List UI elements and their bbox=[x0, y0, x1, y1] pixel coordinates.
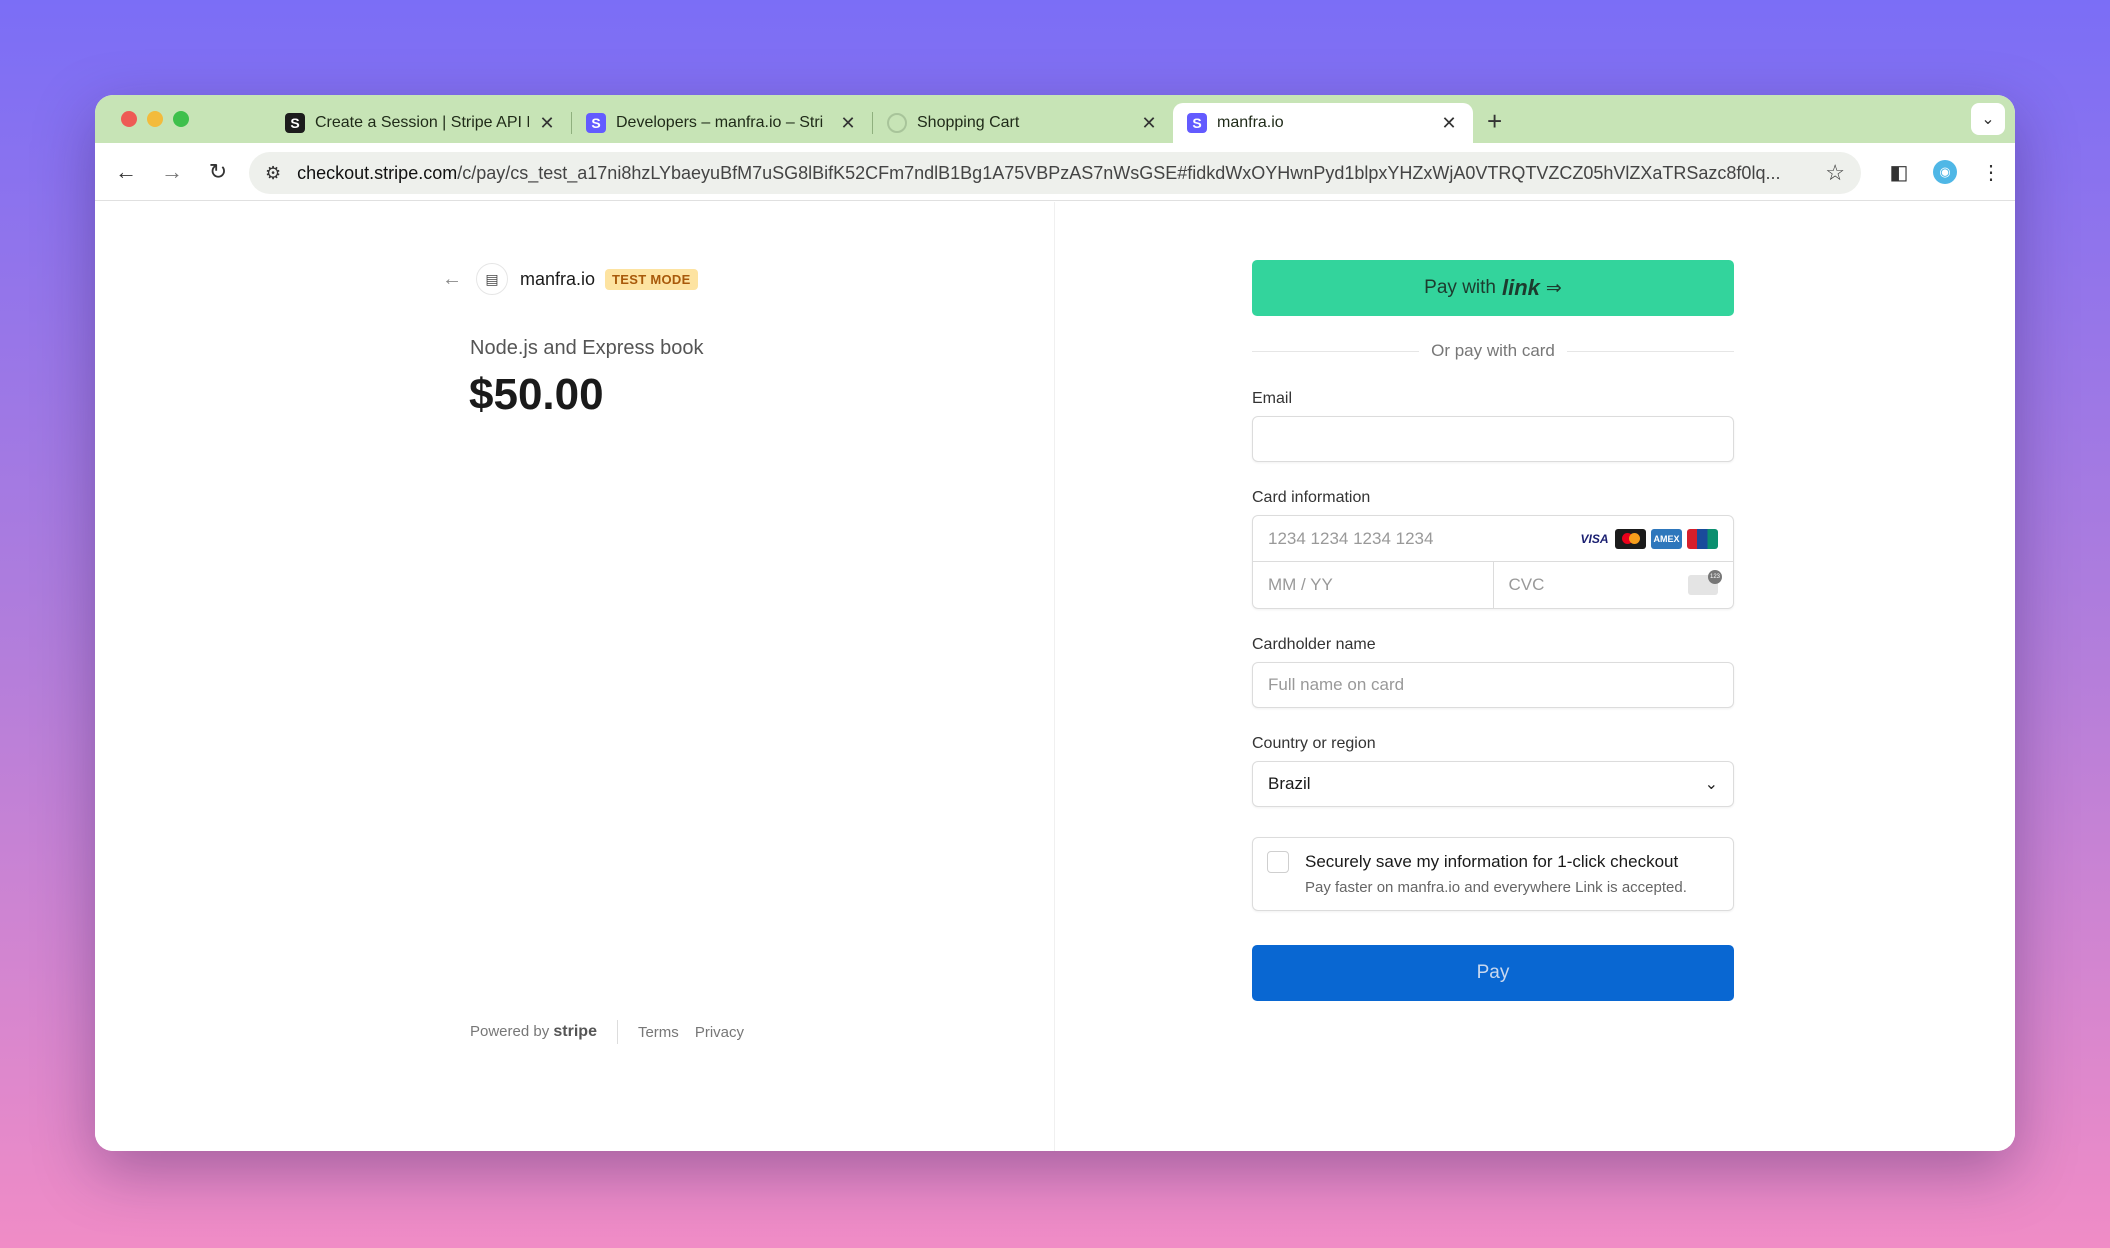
mastercard-icon bbox=[1615, 528, 1646, 549]
privacy-link[interactable]: Privacy bbox=[695, 1024, 744, 1041]
toolbar-actions: ◧ ◉ ⋮ bbox=[1887, 143, 2003, 201]
browser-window: S Create a Session | Stripe API R ✕ S De… bbox=[95, 95, 2015, 1151]
close-window-button[interactable] bbox=[121, 111, 137, 127]
test-mode-badge: TEST MODE bbox=[605, 268, 698, 290]
payment-pane: Pay with link ⇒ Or pay with card Email C… bbox=[1055, 202, 2015, 1151]
cardholder-name-label: Cardholder name bbox=[1252, 636, 1376, 653]
save-info-checkbox[interactable] bbox=[1267, 851, 1289, 873]
tab-title: Developers – manfra.io – Stri bbox=[616, 114, 824, 131]
arrow-right-icon: ⇒ bbox=[1545, 277, 1562, 299]
card-expiry-cvc-row: MM / YY CVC bbox=[1253, 562, 1733, 608]
tab-search-chevron-icon[interactable]: ⌄ bbox=[1971, 103, 2005, 135]
tab-title: Create a Session | Stripe API R bbox=[315, 114, 529, 131]
price-total: $50.00 bbox=[469, 370, 604, 419]
card-brands: VISA AMEX bbox=[1579, 528, 1718, 549]
email-label: Email bbox=[1252, 390, 1293, 407]
reload-icon[interactable]: ↻ bbox=[195, 159, 241, 185]
terms-link[interactable]: Terms bbox=[638, 1024, 679, 1041]
card-information-label: Card information bbox=[1252, 489, 1371, 506]
address-bar[interactable]: ⚙ checkout.stripe.com/c/pay/cs_test_a17n… bbox=[249, 152, 1861, 194]
back-arrow-icon[interactable]: ← bbox=[442, 268, 462, 291]
pay-with-link-button[interactable]: Pay with link ⇒ bbox=[1252, 260, 1734, 316]
store-icon: ▤ bbox=[476, 263, 508, 295]
tab-developers[interactable]: S Developers – manfra.io – Stri ✕ bbox=[572, 103, 872, 143]
tab-shopping-cart[interactable]: Shopping Cart ✕ bbox=[873, 103, 1173, 143]
loading-spinner-icon bbox=[887, 113, 907, 133]
bookmark-star-icon[interactable]: ☆ bbox=[1825, 160, 1845, 186]
stripe-favicon-icon: S bbox=[1187, 113, 1207, 133]
tab-title: manfra.io bbox=[1217, 114, 1284, 131]
cvc-input[interactable]: CVC bbox=[1494, 562, 1734, 608]
url-text[interactable]: checkout.stripe.com/c/pay/cs_test_a17ni8… bbox=[297, 163, 1815, 184]
extension-icon[interactable]: ◉ bbox=[1933, 160, 1957, 184]
email-field[interactable] bbox=[1252, 416, 1734, 462]
more-menu-icon[interactable]: ⋮ bbox=[1979, 160, 2003, 185]
payment-form: Pay with link ⇒ Or pay with card Email C… bbox=[1252, 260, 1735, 1001]
card-number-input[interactable]: 1234 1234 1234 1234 VISA AMEX bbox=[1253, 516, 1733, 562]
unionpay-icon bbox=[1687, 528, 1718, 549]
or-divider: Or pay with card bbox=[1252, 340, 1735, 362]
save-info-box: Securely save my information for 1-click… bbox=[1252, 837, 1734, 911]
url-host: checkout.stripe.com bbox=[297, 162, 458, 183]
close-tab-icon[interactable]: ✕ bbox=[537, 113, 557, 134]
divider-line bbox=[1566, 350, 1735, 352]
card-information-group: 1234 1234 1234 1234 VISA AMEX MM / YY CV… bbox=[1252, 515, 1734, 609]
tab-title: Shopping Cart bbox=[917, 114, 1020, 131]
maximize-window-button[interactable] bbox=[173, 111, 189, 127]
cvc-card-icon bbox=[1688, 570, 1722, 595]
cvc-placeholder: CVC bbox=[1508, 575, 1545, 594]
expiry-input[interactable]: MM / YY bbox=[1253, 562, 1494, 608]
powered-by-stripe[interactable]: Powered by stripe bbox=[470, 1023, 597, 1041]
save-info-title: Securely save my information for 1-click… bbox=[1305, 852, 1679, 871]
url-path: /c/pay/cs_test_a17ni8hzLYbaeyuBfM7uSG8lB… bbox=[457, 162, 1781, 183]
footer-divider bbox=[616, 1020, 618, 1044]
cardholder-name-input[interactable]: Full name on card bbox=[1252, 662, 1734, 708]
order-summary-pane: ← ▤ manfra.io TEST MODE Node.js and Expr… bbox=[95, 202, 1054, 1151]
forward-icon[interactable]: → bbox=[149, 159, 195, 185]
product-name: Node.js and Express book bbox=[470, 337, 704, 359]
chevron-down-icon: ⌄ bbox=[1704, 776, 1718, 793]
link-button-prefix: Pay with bbox=[1424, 277, 1496, 298]
powered-by-label: Powered by bbox=[470, 1023, 550, 1040]
merchant-header: ← ▤ manfra.io TEST MODE bbox=[442, 263, 698, 295]
country-value: Brazil bbox=[1268, 774, 1311, 793]
close-tab-icon[interactable]: ✕ bbox=[1139, 113, 1159, 134]
tab-manfra-active[interactable]: S manfra.io ✕ bbox=[1173, 103, 1473, 143]
country-select[interactable]: Brazil ⌄ bbox=[1252, 761, 1734, 807]
stripe-favicon-icon: S bbox=[285, 113, 305, 133]
merchant-name[interactable]: manfra.io bbox=[520, 269, 595, 290]
site-settings-icon[interactable]: ⚙ bbox=[265, 163, 281, 184]
close-tab-icon[interactable]: ✕ bbox=[1439, 113, 1459, 134]
new-tab-button[interactable]: + bbox=[1487, 106, 1502, 137]
divider-line bbox=[1252, 350, 1420, 352]
window-controls bbox=[121, 111, 271, 127]
stripe-logo: stripe bbox=[553, 1023, 597, 1040]
minimize-window-button[interactable] bbox=[147, 111, 163, 127]
back-icon[interactable]: ← bbox=[103, 159, 149, 185]
stripe-favicon-icon: S bbox=[586, 113, 606, 133]
or-pay-with-card-text: Or pay with card bbox=[1431, 341, 1555, 360]
tab-stripe-api[interactable]: S Create a Session | Stripe API R ✕ bbox=[271, 103, 571, 143]
browser-toolbar: ← → ↻ ⚙ checkout.stripe.com/c/pay/cs_tes… bbox=[95, 143, 2015, 201]
save-info-description: Pay faster on manfra.io and everywhere L… bbox=[1305, 879, 1687, 896]
checkout-footer: Powered by stripe Terms Privacy bbox=[470, 1020, 760, 1044]
checkout-page: ← ▤ manfra.io TEST MODE Node.js and Expr… bbox=[95, 202, 2015, 1151]
country-label: Country or region bbox=[1252, 735, 1376, 752]
pay-button[interactable]: Pay bbox=[1252, 945, 1734, 1001]
amex-icon: AMEX bbox=[1651, 528, 1682, 549]
close-tab-icon[interactable]: ✕ bbox=[838, 113, 858, 134]
link-logo: link bbox=[1501, 275, 1540, 300]
card-number-placeholder: 1234 1234 1234 1234 bbox=[1268, 528, 1434, 548]
visa-icon: VISA bbox=[1579, 528, 1610, 549]
side-panel-icon[interactable]: ◧ bbox=[1887, 160, 1911, 185]
tab-strip: S Create a Session | Stripe API R ✕ S De… bbox=[95, 95, 2015, 143]
